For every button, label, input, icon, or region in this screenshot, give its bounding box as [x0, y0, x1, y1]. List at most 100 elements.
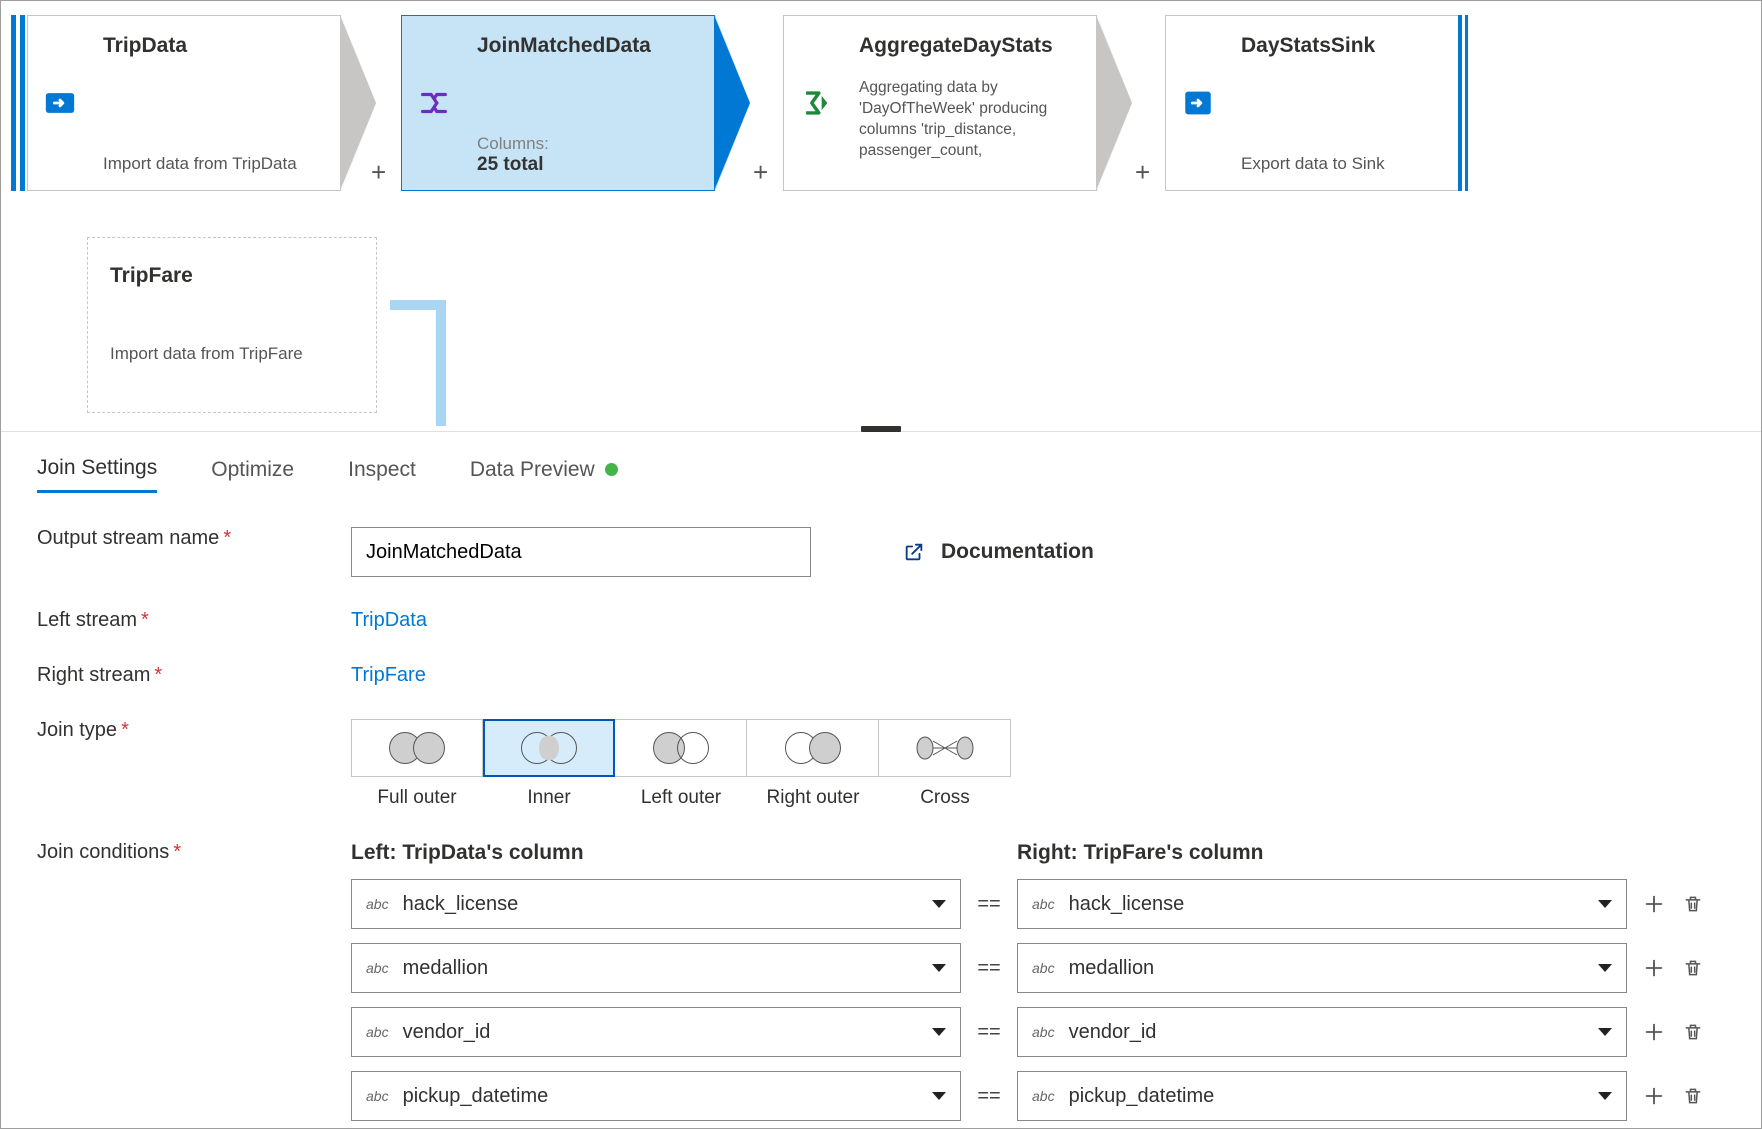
join-type-right-outer[interactable]: Right outer	[747, 719, 879, 809]
node-subtitle: Aggregating data by 'DayOfTheWeek' produ…	[859, 78, 1078, 162]
eq-label: ==	[961, 893, 1017, 916]
delete-condition-button[interactable]	[1683, 893, 1703, 915]
add-condition-button[interactable]	[1643, 1085, 1665, 1107]
join-type-full-outer[interactable]: Full outer	[351, 719, 483, 809]
node-subtitle: Import data from TripFare	[110, 344, 354, 364]
columns-value: 25 total	[477, 154, 696, 176]
add-condition-button[interactable]	[1643, 957, 1665, 979]
tab-data-preview[interactable]: Data Preview	[470, 456, 618, 493]
node-icon-col	[27, 15, 91, 191]
join-type-cross[interactable]: Cross	[879, 719, 1011, 809]
venn-inner-icon	[521, 730, 577, 766]
chevron-down-icon	[1598, 1028, 1612, 1036]
chevron-down-icon	[932, 1028, 946, 1036]
chevron-down-icon	[1598, 900, 1612, 908]
add-after-join[interactable]: +	[753, 157, 768, 188]
left-stream-label: Left stream*	[37, 609, 317, 632]
right-col-select-1[interactable]: abcmedallion	[1017, 943, 1627, 993]
type-badge: abc	[1032, 896, 1055, 912]
settings-tabs: Join Settings Optimize Inspect Data Prev…	[1, 432, 1761, 493]
right-col-select-2[interactable]: abcvendor_id	[1017, 1007, 1627, 1057]
node-title: JoinMatchedData	[477, 34, 696, 58]
node-title: AggregateDayStats	[859, 34, 1078, 58]
source-icon	[43, 86, 77, 120]
join-conditions-label: Join conditions*	[37, 841, 317, 864]
chevron-down-icon	[932, 900, 946, 908]
eq-label: ==	[961, 1085, 1017, 1108]
delete-condition-button[interactable]	[1683, 1085, 1703, 1107]
columns-label: Columns:	[477, 134, 696, 154]
node-aggregate[interactable]: AggregateDayStats Aggregating data by 'D…	[783, 15, 1097, 191]
tab-label: Data Preview	[470, 458, 595, 482]
right-stream-label: Right stream*	[37, 664, 317, 687]
left-column-header: Left: TripData's column	[351, 841, 961, 865]
node-title: TripFare	[110, 264, 354, 288]
tab-inspect[interactable]: Inspect	[348, 456, 416, 493]
drag-handle-icon[interactable]	[861, 426, 901, 432]
dataflow-canvas[interactable]: TripData Import data from TripData + Joi…	[1, 1, 1761, 431]
join-type-inner[interactable]: Inner	[483, 719, 615, 809]
left-col-select-3[interactable]: abcpickup_datetime	[351, 1071, 961, 1121]
add-condition-button[interactable]	[1643, 893, 1665, 915]
aggregate-icon	[799, 86, 833, 120]
type-badge: abc	[1032, 1088, 1055, 1104]
join-conditions-grid: Left: TripData's column Right: TripFare'…	[351, 841, 1725, 1121]
right-col-select-0[interactable]: abchack_license	[1017, 879, 1627, 929]
add-condition-button[interactable]	[1643, 1021, 1665, 1043]
eq-label: ==	[961, 957, 1017, 980]
sink-handle[interactable]	[1458, 15, 1468, 191]
connector-tripfare-to-join	[436, 300, 446, 426]
join-settings-form: Output stream name* Documentation Left s…	[1, 493, 1761, 1129]
join-type-left-outer[interactable]: Left outer	[615, 719, 747, 809]
type-badge: abc	[1032, 960, 1055, 976]
sink-icon	[1181, 86, 1215, 120]
output-stream-label: Output stream name*	[37, 527, 317, 550]
add-after-tripdata[interactable]: +	[371, 157, 386, 188]
venn-full-outer-icon	[389, 730, 445, 766]
left-stream-value[interactable]: TripData	[351, 609, 1725, 632]
right-column-header: Right: TripFare's column	[1017, 841, 1627, 865]
external-link-icon	[903, 541, 925, 563]
venn-right-outer-icon	[785, 730, 841, 766]
node-title: DayStatsSink	[1241, 34, 1440, 58]
chevron-down-icon	[932, 964, 946, 972]
type-badge: abc	[366, 960, 389, 976]
source-handle[interactable]	[11, 15, 27, 191]
add-after-aggregate[interactable]: +	[1135, 157, 1150, 188]
output-stream-input[interactable]	[351, 527, 811, 577]
type-badge: abc	[366, 1024, 389, 1040]
node-tripfare[interactable]: TripFare Import data from TripFare	[87, 237, 377, 413]
chevron-down-icon	[1598, 964, 1612, 972]
node-tripdata[interactable]: TripData Import data from TripData	[11, 15, 341, 191]
type-badge: abc	[1032, 1024, 1055, 1040]
status-dot-icon	[605, 463, 618, 476]
join-type-label: Join type*	[37, 719, 317, 742]
connector-tripfare-to-join-h	[390, 300, 446, 310]
pane-divider[interactable]	[1, 431, 1761, 432]
left-col-select-0[interactable]: abchack_license	[351, 879, 961, 929]
venn-left-outer-icon	[653, 730, 709, 766]
type-badge: abc	[366, 896, 389, 912]
app-frame: TripData Import data from TripData + Joi…	[0, 0, 1762, 1129]
right-stream-value[interactable]: TripFare	[351, 664, 1725, 687]
delete-condition-button[interactable]	[1683, 957, 1703, 979]
left-col-select-2[interactable]: abcvendor_id	[351, 1007, 961, 1057]
delete-condition-button[interactable]	[1683, 1021, 1703, 1043]
node-subtitle: Import data from TripData	[103, 153, 322, 176]
node-join[interactable]: JoinMatchedData Columns: 25 total	[401, 15, 715, 191]
join-icon	[417, 86, 451, 120]
documentation-link[interactable]: Documentation	[903, 540, 1094, 564]
eq-label: ==	[961, 1021, 1017, 1044]
chevron-down-icon	[1598, 1092, 1612, 1100]
node-title: TripData	[103, 34, 322, 58]
type-badge: abc	[366, 1088, 389, 1104]
tab-join-settings[interactable]: Join Settings	[37, 456, 157, 493]
node-sink[interactable]: DayStatsSink Export data to Sink	[1165, 15, 1468, 191]
right-col-select-3[interactable]: abcpickup_datetime	[1017, 1071, 1627, 1121]
chevron-down-icon	[932, 1092, 946, 1100]
left-col-select-1[interactable]: abcmedallion	[351, 943, 961, 993]
node-subtitle: Export data to Sink	[1241, 153, 1440, 176]
join-type-group: Full outer Inner Left outer Right outer	[351, 719, 1725, 809]
tab-optimize[interactable]: Optimize	[211, 456, 294, 493]
cross-join-icon	[915, 733, 975, 763]
